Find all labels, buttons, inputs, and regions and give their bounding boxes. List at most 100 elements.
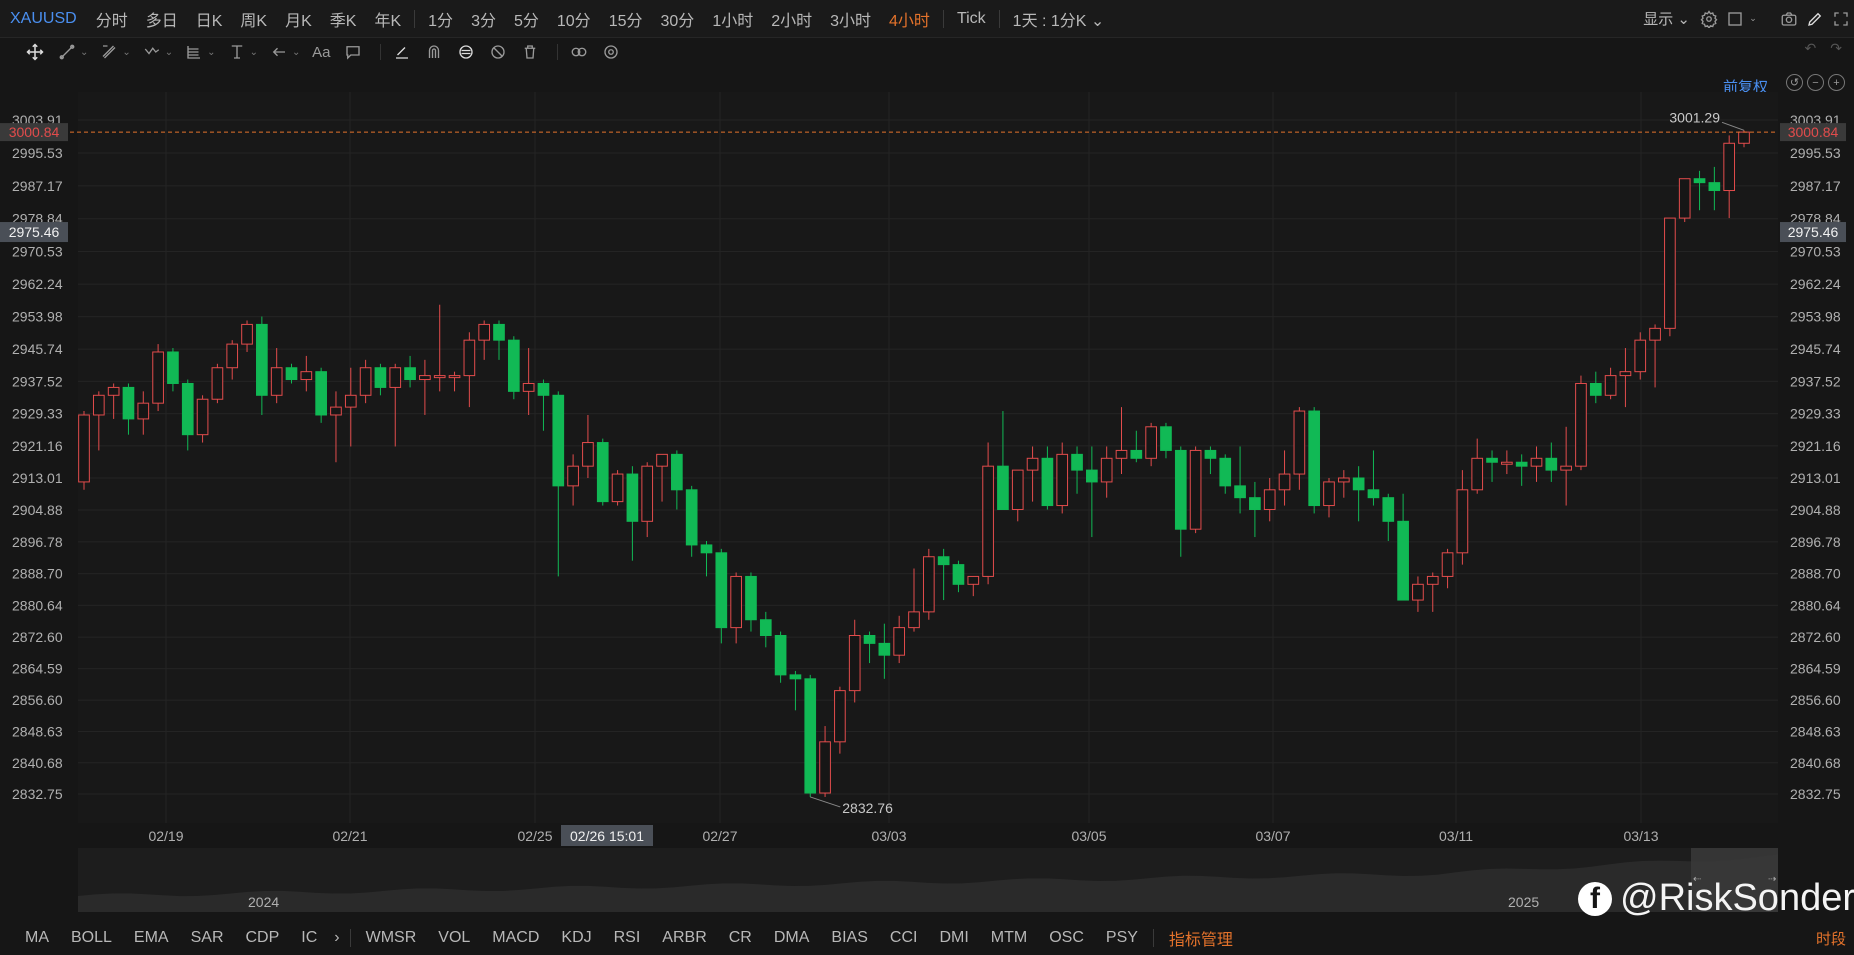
y-tick-label-right: 2953.98 (1790, 309, 1841, 325)
candle-body (1560, 465, 1572, 471)
candle-body (1100, 457, 1113, 483)
y-tick-label-right: 2872.60 (1790, 629, 1841, 645)
y-tick-label-left: 2921.16 (12, 438, 63, 454)
candle-body (359, 367, 372, 396)
indicator-bias[interactable]: BIAS (820, 929, 878, 947)
min-annotation: 2832.76 (842, 800, 893, 816)
y-tick-label-right: 2921.16 (1790, 438, 1841, 454)
indicator-cr[interactable]: CR (718, 929, 763, 947)
indicator-wmsr[interactable]: WMSR (355, 929, 428, 947)
candle-body (493, 323, 505, 341)
y-tick-label-right: 2987.17 (1790, 178, 1841, 194)
candlestick-chart[interactable]: 3003.91 3003.912995.53 2995.532987.17 2987.… (0, 0, 1854, 955)
candle-body (1619, 371, 1632, 377)
candle-body (1219, 457, 1232, 487)
candle-body (1501, 461, 1513, 465)
candle-body (1174, 449, 1187, 530)
x-tick-label: 02/21 (332, 828, 367, 844)
indicator-rsi[interactable]: RSI (603, 929, 652, 947)
x-tick-label: 02/19 (148, 828, 183, 844)
indicator-sar[interactable]: SAR (180, 929, 235, 947)
candle-body (1664, 217, 1676, 329)
indicator-psy[interactable]: PSY (1095, 929, 1149, 947)
y-tick-label-right: 2913.01 (1790, 470, 1841, 486)
candle-body (1575, 382, 1587, 467)
candle-body (1086, 469, 1098, 483)
candle-body (1545, 457, 1558, 471)
candle-body (1249, 497, 1261, 510)
candle-body (1160, 426, 1172, 451)
x-tick-label: 02/27 (702, 828, 737, 844)
indicator-cdp[interactable]: CDP (235, 929, 291, 947)
candle-body (804, 678, 817, 794)
candle-body (78, 414, 90, 483)
candle-body (330, 406, 342, 416)
candle-body (419, 375, 431, 381)
candle-body (241, 323, 253, 345)
y-tick-label-left: 2880.64 (12, 597, 63, 613)
navigator-year-right: 2025 (1508, 894, 1539, 910)
indicator-kdj[interactable]: KDJ (550, 929, 602, 947)
candle-body (1723, 142, 1736, 192)
candle-body (137, 402, 150, 420)
x-tick-label: 03/07 (1255, 828, 1290, 844)
x-tick-label: 03/11 (1439, 828, 1473, 844)
candle-body (552, 394, 565, 487)
candle-body (1693, 178, 1706, 184)
indicator-osc[interactable]: OSC (1038, 929, 1095, 947)
candle-body (1382, 497, 1395, 522)
candle-body (611, 473, 624, 503)
indicator-dmi[interactable]: DMI (928, 929, 979, 947)
divider (1152, 928, 1154, 947)
candle-body (596, 442, 609, 503)
y-tick-label-left: 2929.33 (12, 406, 63, 422)
candle-body (1189, 449, 1202, 530)
indicator-manage-button[interactable]: 指标管理 (1158, 926, 1244, 950)
y-tick-label-left: 2953.98 (12, 309, 63, 325)
candle-body (404, 367, 416, 381)
candle-body (1130, 449, 1143, 459)
candle-body (1308, 410, 1321, 507)
y-tick-label-right: 2970.53 (1790, 243, 1841, 259)
indicator-dma[interactable]: DMA (763, 929, 821, 947)
y-tick-label-left: 2937.52 (12, 373, 63, 389)
y-tick-label-right: 2937.52 (1790, 373, 1841, 389)
candle-body (922, 556, 935, 613)
y-tick-label-right: 2904.88 (1790, 502, 1841, 518)
candle-body (344, 394, 357, 408)
y-tick-label-right: 2945.74 (1790, 341, 1841, 357)
y-tick-label-left: 2872.60 (12, 629, 63, 645)
candle-body (567, 465, 579, 487)
chevron-right-icon[interactable]: › (328, 929, 345, 947)
candle-body (1708, 182, 1721, 192)
indicator-ic[interactable]: IC (290, 929, 328, 947)
candle-body (1011, 469, 1024, 510)
candle-body (196, 398, 209, 436)
session-button[interactable]: 时段 (1816, 928, 1846, 949)
indicator-boll[interactable]: BOLL (60, 929, 123, 947)
y-tick-label-right: 2880.64 (1790, 597, 1841, 613)
candle-body (1026, 457, 1039, 471)
indicator-mtm[interactable]: MTM (980, 929, 1038, 947)
indicator-ma[interactable]: MA (14, 929, 60, 947)
crosshair-price-label-right: 2975.46 (1788, 224, 1839, 240)
y-tick-label-left: 2848.63 (12, 723, 63, 739)
indicator-cci[interactable]: CCI (879, 929, 929, 947)
candle-body (181, 382, 194, 436)
candle-body (315, 371, 327, 416)
y-tick-label-left: 2840.68 (12, 755, 63, 771)
y-tick-label-right: 2840.68 (1790, 755, 1841, 771)
candle-body (819, 741, 831, 794)
candle-body (1456, 489, 1469, 554)
candle-body (211, 367, 224, 400)
max-annotation: 3001.29 (1669, 109, 1720, 125)
candle-body (582, 442, 594, 467)
indicator-arbr[interactable]: ARBR (651, 929, 717, 947)
candle-body (478, 323, 491, 341)
candle-body (656, 453, 668, 467)
candle-body (1530, 457, 1543, 467)
indicator-vol[interactable]: VOL (427, 929, 481, 947)
indicator-ema[interactable]: EMA (123, 929, 180, 947)
indicator-macd[interactable]: MACD (481, 929, 550, 947)
y-tick-label-right: 2929.33 (1790, 406, 1841, 422)
